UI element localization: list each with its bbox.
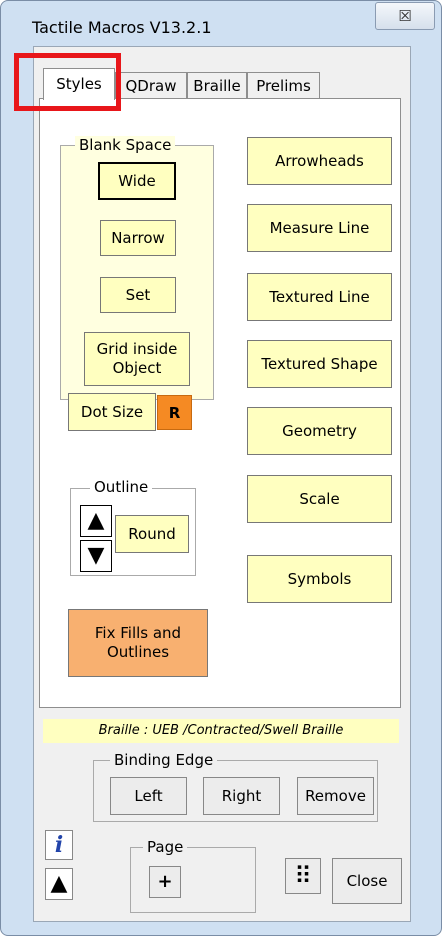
page-add-button[interactable]: + [149, 866, 181, 898]
tab-braille[interactable]: Braille [187, 72, 247, 100]
blank-space-legend: Blank Space [75, 136, 176, 154]
outline-legend: Outline [90, 478, 153, 496]
outline-decrease-button[interactable]: ▼ [80, 540, 112, 572]
dot-size-button[interactable]: Dot Size [68, 393, 156, 431]
close-button[interactable]: Close [332, 858, 402, 904]
highlight-box [14, 53, 121, 111]
binding-remove-button[interactable]: Remove [297, 777, 374, 815]
set-button[interactable]: Set [100, 277, 176, 313]
symbols-button[interactable]: Symbols [247, 555, 392, 603]
binding-edge-legend: Binding Edge [110, 751, 218, 769]
outline-increase-button[interactable]: ▲ [80, 505, 112, 537]
page-legend: Page [143, 838, 188, 856]
r-button[interactable]: R [157, 395, 192, 430]
geometry-button[interactable]: Geometry [247, 407, 392, 455]
fix-fills-outlines-button[interactable]: Fix Fills and Outlines [68, 609, 208, 677]
round-button[interactable]: Round [115, 515, 189, 553]
textured-shape-button[interactable]: Textured Shape [247, 340, 392, 388]
info-icon[interactable]: i [45, 830, 73, 860]
binding-left-button[interactable]: Left [110, 777, 187, 815]
scale-button[interactable]: Scale [247, 475, 392, 523]
window-title: Tactile Macros V13.2.1 [32, 18, 212, 37]
narrow-button[interactable]: Narrow [100, 220, 176, 256]
tab-prelims[interactable]: Prelims [247, 72, 320, 100]
measure-line-button[interactable]: Measure Line [247, 204, 392, 252]
tab-qdraw[interactable]: QDraw [115, 72, 187, 100]
wide-button[interactable]: Wide [98, 162, 176, 200]
textured-line-button[interactable]: Textured Line [247, 273, 392, 321]
binding-right-button[interactable]: Right [203, 777, 280, 815]
arrowheads-button[interactable]: Arrowheads [247, 137, 392, 185]
braille-cell-icon[interactable]: ⠿ [285, 858, 321, 894]
grid-inside-object-button[interactable]: Grid inside Object [84, 332, 190, 386]
up-arrow-button[interactable]: ▲ [45, 868, 73, 900]
braille-info-label: Braille : UEB /Contracted/Swell Braille [43, 719, 399, 743]
window-close-button[interactable]: ☒ [375, 2, 435, 30]
